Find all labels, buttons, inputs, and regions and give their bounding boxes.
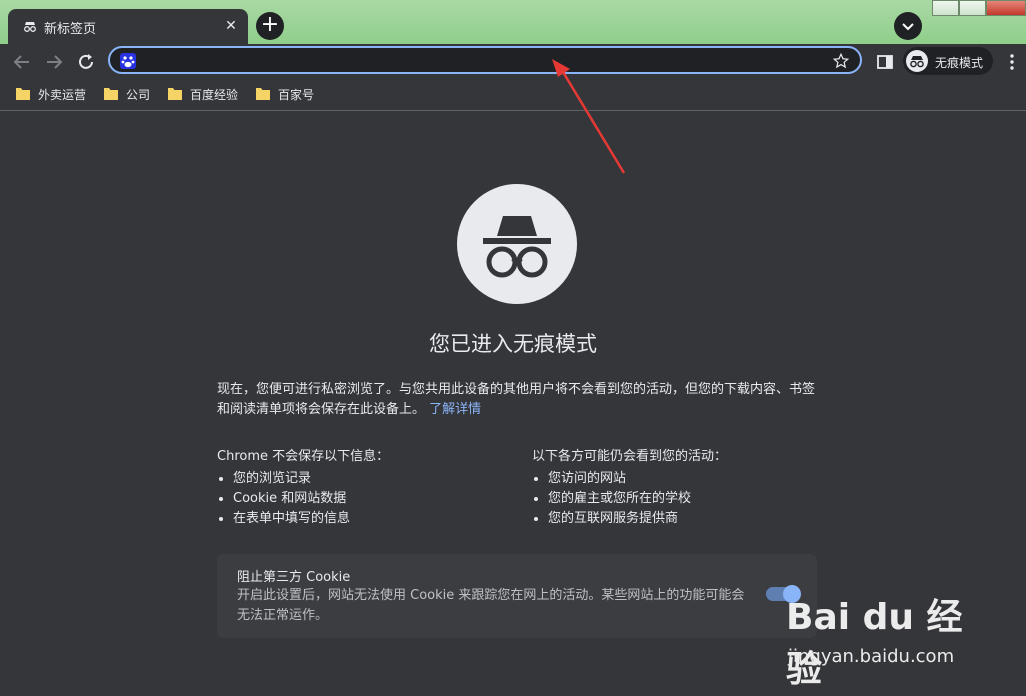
bookmark-star-icon[interactable] — [832, 52, 850, 70]
not-saved-title: Chrome 不会保存以下信息： — [217, 449, 390, 464]
list-item: 在表单中填写的信息 — [233, 509, 517, 529]
baidu-favicon-icon — [120, 53, 136, 69]
list-item: 您的互联网服务提供商 — [548, 509, 832, 529]
bookmark-item[interactable]: 公司 — [104, 86, 156, 104]
tab-search-button[interactable] — [894, 12, 922, 40]
bookmark-item[interactable]: 百度经验 — [168, 86, 248, 104]
list-item: 您的雇主或您所在的学校 — [548, 489, 832, 509]
still-visible-section: 以下各方可能仍会看到您的活动： 您访问的网站 您的雇主或您所在的学校 您的互联网… — [532, 445, 832, 529]
minimize-button[interactable] — [932, 0, 960, 16]
page-title: 您已进入无痕模式 — [429, 332, 597, 356]
intro-text: 现在，您便可进行私密浏览了。与您共用此设备的其他用户将不会看到您的活动，但您的下… — [217, 380, 817, 420]
folder-icon — [104, 88, 118, 100]
side-panel-icon[interactable] — [876, 53, 894, 71]
incognito-profile-button[interactable]: 无痕模式 — [903, 47, 993, 75]
maximize-button[interactable] — [959, 0, 987, 16]
folder-icon — [168, 88, 182, 100]
still-visible-title: 以下各方可能仍会看到您的活动： — [532, 449, 728, 464]
window-close-button[interactable] — [986, 0, 1026, 16]
list-item: Cookie 和网站数据 — [233, 489, 517, 509]
new-tab-button[interactable]: + — [256, 12, 284, 40]
address-bar[interactable] — [108, 46, 862, 74]
window-controls — [932, 0, 1026, 16]
intro-paragraph: 现在，您便可进行私密浏览了。与您共用此设备的其他用户将不会看到您的活动，但您的下… — [217, 382, 816, 417]
back-icon[interactable] — [10, 50, 34, 74]
more-menu-icon[interactable] — [1004, 52, 1020, 72]
watermark-url: jingyan.baidu.com — [788, 646, 955, 667]
bookmark-item[interactable]: 外卖运营 — [16, 86, 96, 104]
incognito-hero-icon — [457, 184, 577, 304]
list-item: 您访问的网站 — [548, 469, 832, 489]
reload-icon[interactable] — [74, 50, 98, 74]
bookmark-item[interactable]: 百家号 — [256, 86, 322, 104]
baidu-jingyan-watermark: Bai du 经验 jingyan.baidu.com — [786, 588, 986, 690]
tab-title: 新标签页 — [44, 22, 97, 37]
not-saved-section: Chrome 不会保存以下信息： 您的浏览记录 Cookie 和网站数据 在表单… — [217, 445, 517, 529]
incognito-avatar-icon — [906, 50, 928, 72]
folder-icon — [256, 88, 270, 100]
cookie-description: 开启此设置后，网站无法使用 Cookie 来跟踪您在网上的活动。某些网站上的功能… — [237, 588, 745, 623]
list-item: 您的浏览记录 — [233, 469, 517, 489]
tab-new-tab[interactable]: 新标签页 ✕ — [8, 9, 248, 44]
bookmark-label: 百家号 — [278, 88, 315, 102]
bookmark-label: 外卖运营 — [38, 88, 87, 102]
folder-icon — [16, 88, 30, 100]
bookmarks-bar: 外卖运营 公司 百度经验 百家号 — [0, 80, 1026, 111]
close-tab-icon[interactable]: ✕ — [222, 17, 240, 35]
incognito-icon — [24, 22, 36, 32]
incognito-label: 无痕模式 — [935, 56, 984, 70]
cookie-title: 阻止第三方 Cookie — [237, 570, 351, 585]
bookmark-label: 百度经验 — [190, 88, 239, 102]
annotation-arrow-icon — [552, 59, 626, 174]
title-bar: 新标签页 ✕ + — [0, 0, 1026, 44]
third-party-cookie-card: 阻止第三方 Cookie 开启此设置后，网站无法使用 Cookie 来跟踪您在网… — [217, 554, 817, 638]
chevron-down-icon — [902, 23, 914, 31]
learn-more-link[interactable]: 了解详情 — [429, 402, 481, 417]
watermark-logo: Bai du 经验 — [786, 597, 963, 690]
toolbar: 无痕模式 — [0, 44, 1026, 80]
bookmark-label: 公司 — [126, 88, 151, 102]
forward-icon[interactable] — [42, 50, 66, 74]
